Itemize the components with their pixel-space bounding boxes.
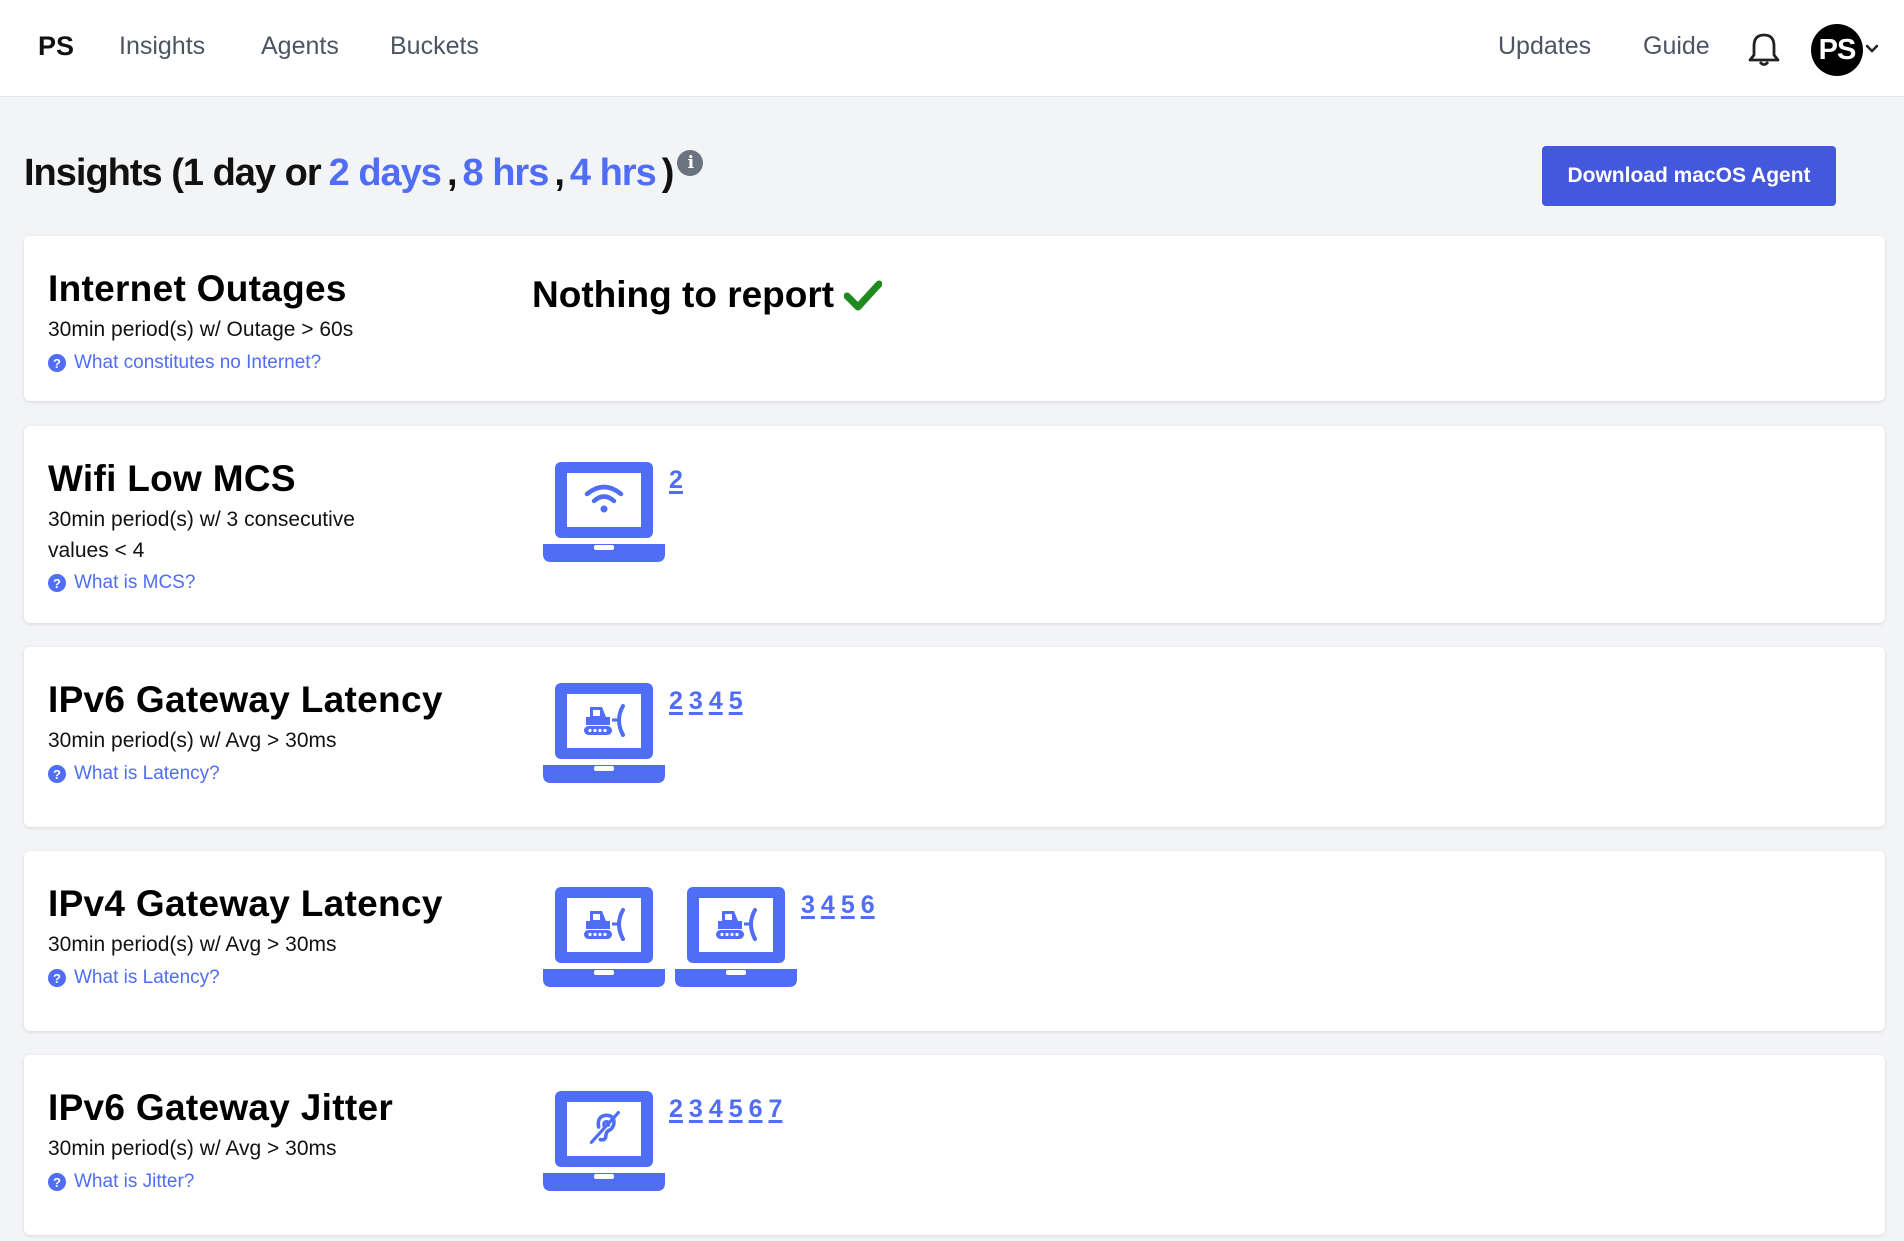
period-link[interactable]: 2 (669, 687, 683, 716)
top-navbar: PS Insights Agents Buckets Updates Guide… (0, 0, 1904, 97)
help-link-label: What constitutes no Internet? (74, 352, 322, 373)
period-link[interactable]: 5 (729, 687, 743, 716)
laptop-wifi-icon[interactable] (543, 462, 665, 562)
question-circle-icon: ? (48, 354, 66, 372)
help-link-label: What is Latency? (74, 967, 220, 988)
title-separator: , (554, 152, 565, 194)
help-link-label: What is MCS? (74, 572, 196, 593)
range-link-8-hrs[interactable]: 8 hrs (463, 152, 550, 195)
range-link-4-hrs[interactable]: 4 hrs (570, 152, 657, 195)
help-link-label: What is Latency? (74, 763, 220, 784)
card-description: 30min period(s) w/ 3 consecutive values … (48, 508, 355, 562)
question-circle-icon: ? (48, 765, 66, 783)
nav-link-buckets[interactable]: Buckets (390, 32, 479, 61)
card-description: 30min period(s) w/ Avg > 30ms (48, 933, 337, 956)
period-link[interactable]: 5 (841, 891, 855, 920)
period-link[interactable]: 2 (669, 1095, 683, 1124)
nav-link-updates[interactable]: Updates (1498, 32, 1591, 61)
help-link[interactable]: ? What constitutes no Internet? (48, 352, 321, 374)
download-macos-agent-button[interactable]: Download macOS Agent (1542, 146, 1836, 206)
help-link-label: What is Jitter? (74, 1171, 195, 1192)
card-title: Internet Outages (48, 268, 347, 309)
info-icon[interactable]: i (677, 150, 704, 176)
chevron-down-icon[interactable] (1864, 42, 1880, 56)
period-link[interactable]: 4 (821, 891, 835, 920)
bell-icon[interactable] (1747, 31, 1781, 67)
period-link[interactable]: 4 (709, 687, 723, 716)
period-link[interactable]: 4 (709, 1095, 723, 1124)
brand-logo[interactable]: PS (38, 31, 74, 62)
insight-card-wifi-low-mcs: Wifi Low MCS 30min period(s) w/ 3 consec… (24, 426, 1885, 623)
laptop-bulldozer-icon[interactable] (543, 887, 665, 987)
period-link[interactable]: 2 (669, 466, 683, 495)
laptop-bulldozer-icon[interactable] (675, 887, 797, 987)
laptop-bulldozer-icon[interactable] (543, 683, 665, 783)
checkmark-icon (844, 280, 883, 311)
card-description: 30min period(s) w/ Avg > 30ms (48, 729, 337, 752)
title-separator: , (446, 152, 458, 194)
page-title: Insights (1 day or 2 days , 8 hrs , 4 hr… (24, 150, 704, 195)
card-title: IPv6 Gateway Latency (48, 679, 443, 720)
title-prefix: Insights (1 day or (24, 152, 322, 194)
question-circle-icon: ? (48, 969, 66, 987)
insight-card-internet-outages: Internet Outages 30min period(s) w/ Outa… (24, 236, 1885, 401)
question-circle-icon: ? (48, 1173, 66, 1191)
period-numbers: 2 3 4 5 6 7 (669, 1095, 782, 1124)
period-link[interactable]: 7 (769, 1095, 783, 1124)
insight-card-ipv6-gateway-jitter: IPv6 Gateway Jitter 30min period(s) w/ A… (24, 1055, 1885, 1235)
card-title: IPv4 Gateway Latency (48, 883, 443, 924)
status-message: Nothing to report (532, 274, 883, 316)
period-link[interactable]: 5 (729, 1095, 743, 1124)
user-avatar[interactable]: PS (1811, 24, 1863, 76)
help-link[interactable]: ? What is Jitter? (48, 1171, 194, 1193)
insight-card-ipv4-gateway-latency: IPv4 Gateway Latency 30min period(s) w/ … (24, 851, 1885, 1031)
period-link[interactable]: 3 (801, 891, 815, 920)
help-link[interactable]: ? What is Latency? (48, 763, 220, 785)
help-link[interactable]: ? What is MCS? (48, 572, 195, 594)
range-link-2-days[interactable]: 2 days (329, 152, 442, 195)
card-description: 30min period(s) w/ Outage > 60s (48, 318, 354, 341)
laptop-hearing-icon[interactable] (543, 1091, 665, 1191)
nav-link-guide[interactable]: Guide (1643, 32, 1710, 61)
help-link[interactable]: ? What is Latency? (48, 967, 220, 989)
period-numbers: 2 3 4 5 (669, 687, 743, 716)
period-numbers: 2 (669, 466, 683, 495)
insight-card-ipv6-gateway-latency: IPv6 Gateway Latency 30min period(s) w/ … (24, 647, 1885, 827)
title-suffix: ) (661, 152, 675, 194)
period-link[interactable]: 6 (749, 1095, 763, 1124)
period-link[interactable]: 6 (861, 891, 875, 920)
nav-link-agents[interactable]: Agents (261, 32, 339, 61)
question-circle-icon: ? (48, 574, 66, 592)
status-text: Nothing to report (532, 274, 835, 315)
period-link[interactable]: 3 (689, 1095, 703, 1124)
nav-link-insights[interactable]: Insights (119, 32, 205, 61)
card-title: Wifi Low MCS (48, 458, 296, 499)
card-description: 30min period(s) w/ Avg > 30ms (48, 1137, 337, 1160)
card-title: IPv6 Gateway Jitter (48, 1087, 394, 1128)
period-link[interactable]: 3 (689, 687, 703, 716)
period-numbers: 3 4 5 6 (801, 891, 875, 920)
